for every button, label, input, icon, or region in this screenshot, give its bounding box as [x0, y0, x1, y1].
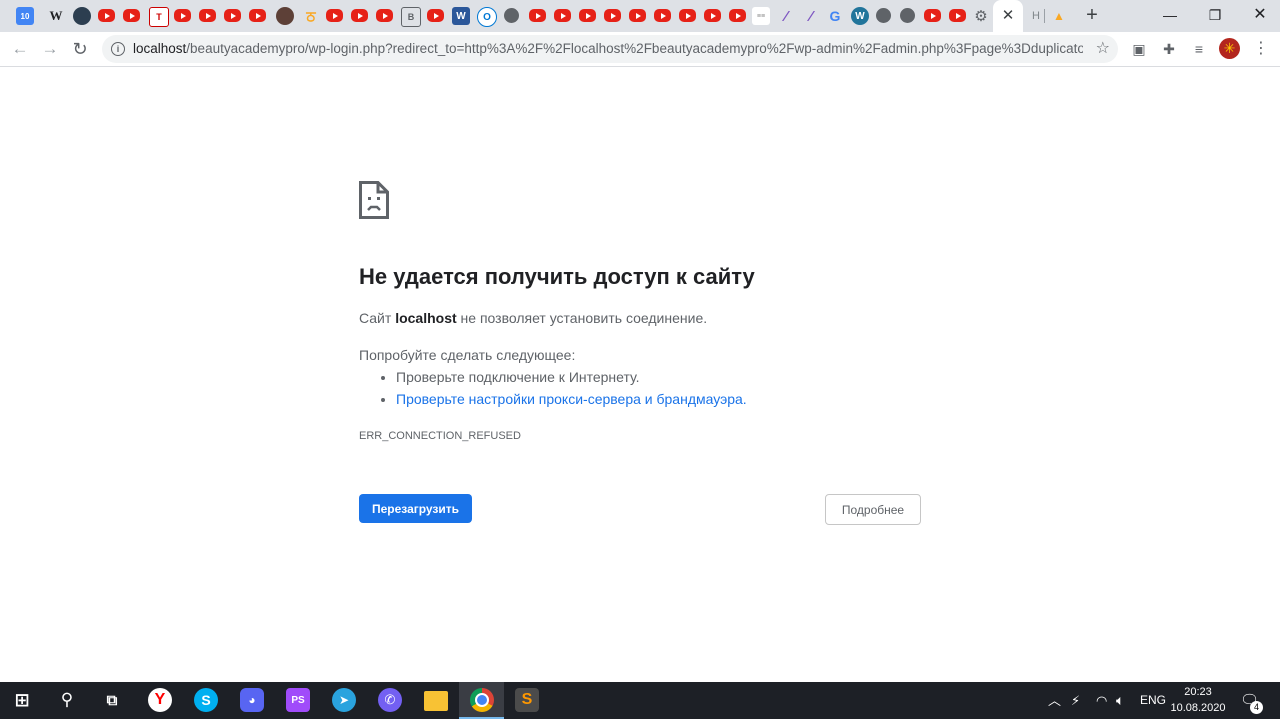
extensions-icon[interactable]: ✚ — [1159, 39, 1179, 59]
youtube-icon[interactable] — [579, 9, 596, 22]
viber-icon[interactable]: ✆ — [378, 688, 402, 712]
gear-icon[interactable]: ⚙ — [972, 7, 990, 25]
suggestion-item: Проверьте настройки прокси-сервера и бра… — [396, 390, 747, 412]
avatar-icon[interactable] — [73, 7, 91, 25]
youtube-icon[interactable] — [629, 9, 646, 22]
network-adapter-icon[interactable]: ⚡ — [1071, 682, 1080, 719]
youtube-icon[interactable] — [529, 9, 546, 22]
tab-strip: 10 W Т ਠ В W O ≡≡ ⁄ ⁄ G W ⚙ ✕ Н ▲ + — ❐ … — [0, 0, 1280, 32]
telegram-icon[interactable]: ➤ — [332, 688, 356, 712]
url-host: localhost — [133, 41, 187, 56]
skype-icon[interactable]: S — [194, 688, 218, 712]
tab-partial-label[interactable]: Н — [1027, 7, 1045, 25]
close-icon[interactable]: ✕ — [1000, 7, 1016, 25]
youtube-icon[interactable] — [224, 9, 241, 22]
triangle-icon[interactable]: ▲ — [1050, 7, 1068, 25]
youtube-icon[interactable] — [351, 9, 368, 22]
youtube-icon[interactable] — [199, 9, 216, 22]
url-text[interactable]: localhost/beautyacademypro/wp-login.php?… — [133, 35, 1083, 63]
youtube-icon[interactable] — [249, 9, 266, 22]
google-icon[interactable]: G — [826, 7, 844, 25]
youtube-icon[interactable] — [949, 9, 966, 22]
wifi-icon[interactable]: ◠ — [1096, 682, 1107, 719]
error-host: localhost — [395, 310, 457, 326]
youtube-icon[interactable] — [376, 9, 393, 22]
youtube-icon[interactable] — [924, 9, 941, 22]
wikipedia-icon[interactable]: W — [47, 7, 65, 25]
toolbar: ← → ↻ i localhost/beautyacademypro/wp-lo… — [0, 32, 1280, 67]
word-icon[interactable]: W — [452, 7, 470, 25]
tab-separator — [1044, 9, 1045, 23]
youtube-icon[interactable] — [174, 9, 191, 22]
error-description: Сайт localhost не позволяет установить с… — [359, 310, 708, 326]
suggestion-item: Проверьте подключение к Интернету. — [396, 368, 747, 390]
details-button[interactable]: Подробнее — [825, 494, 921, 525]
quill-icon[interactable]: ⁄ — [777, 7, 795, 25]
reload-button[interactable]: ↻ — [68, 37, 92, 61]
reload-page-button[interactable]: Перезагрузить — [359, 494, 472, 523]
youtube-icon[interactable] — [654, 9, 671, 22]
forward-button[interactable]: → — [38, 37, 62, 61]
document-icon[interactable]: В — [401, 7, 421, 27]
youtube-icon[interactable] — [729, 9, 746, 22]
youtube-icon[interactable] — [554, 9, 571, 22]
pdf-icon[interactable]: Т — [149, 7, 169, 27]
info-icon[interactable]: i — [111, 42, 125, 56]
star-icon[interactable]: ☆ — [1096, 38, 1110, 60]
picture-in-picture-icon[interactable]: ▣ — [1129, 39, 1149, 59]
clock[interactable]: 20:23 10.08.2020 — [1166, 684, 1230, 716]
youtube-icon[interactable] — [123, 9, 140, 22]
badge-icon[interactable] — [276, 7, 294, 25]
chrome-icon[interactable] — [470, 688, 494, 712]
url-path: /beautyacademypro/wp-login.php?redirect_… — [186, 41, 1083, 56]
window-close-button[interactable]: ✕ — [1245, 4, 1275, 26]
medal-icon[interactable]: ਠ — [302, 7, 320, 25]
address-bar[interactable]: i localhost/beautyacademypro/wp-login.ph… — [102, 35, 1118, 63]
clock-date: 10.08.2020 — [1170, 702, 1226, 714]
sublime-icon[interactable]: S — [515, 688, 539, 712]
profile-avatar[interactable]: ✳ — [1219, 38, 1240, 59]
youtube-icon[interactable] — [679, 9, 696, 22]
proxy-settings-link[interactable]: Проверьте настройки прокси-сервера и бра… — [396, 391, 747, 407]
notification-count-badge: 4 — [1250, 701, 1263, 714]
search-icon[interactable]: ⚲ — [55, 688, 79, 712]
youtube-icon[interactable] — [427, 9, 444, 22]
task-view-icon[interactable]: ⧉ — [100, 688, 124, 712]
back-button[interactable]: ← — [8, 37, 32, 61]
folder-icon[interactable] — [424, 691, 448, 711]
youtube-icon[interactable] — [98, 9, 115, 22]
phpstorm-icon[interactable]: PS — [286, 688, 310, 712]
new-tab-button[interactable]: + — [1082, 5, 1102, 25]
volume-icon[interactable]: 🔈︎ — [1116, 682, 1124, 719]
windows-start-icon[interactable]: ⊞ — [10, 688, 34, 712]
globe-icon[interactable] — [876, 8, 891, 23]
taskbar: ⊞ ⚲ ⧉ Y S ◕ PS ➤ ✆ S ︿ ⚡ ◠ 🔈︎ ENG 20:23 … — [0, 682, 1280, 719]
suggestion-list: Проверьте подключение к Интернету. Прове… — [359, 368, 747, 412]
quill-icon[interactable]: ⁄ — [802, 7, 820, 25]
calendar-icon[interactable]: 10 — [16, 7, 34, 25]
try-label: Попробуйте сделать следующее: — [359, 347, 576, 363]
clock-time: 20:23 — [1184, 686, 1212, 698]
language-indicator[interactable]: ENG — [1140, 682, 1166, 719]
wordpress-icon[interactable]: W — [851, 7, 869, 25]
error-title: Не удается получить доступ к сайту — [359, 264, 755, 289]
youtube-icon[interactable] — [704, 9, 721, 22]
sad-page-icon — [359, 181, 389, 219]
yandex-icon[interactable]: Y — [148, 688, 172, 712]
error-code: ERR_CONNECTION_REFUSED — [359, 430, 521, 442]
youtube-icon[interactable] — [326, 9, 343, 22]
menu-icon[interactable]: ⋮ — [1251, 39, 1271, 59]
minimize-button[interactable]: — — [1155, 4, 1185, 26]
outlook-icon[interactable]: O — [477, 7, 497, 27]
text-icon[interactable]: ≡≡ — [752, 7, 770, 25]
restore-button[interactable]: ❐ — [1200, 4, 1230, 26]
globe-icon[interactable] — [504, 8, 519, 23]
youtube-icon[interactable] — [604, 9, 621, 22]
discord-icon[interactable]: ◕ — [240, 688, 264, 712]
media-control-icon[interactable]: ≡ — [1189, 39, 1209, 59]
chevron-up-icon[interactable]: ︿ — [1048, 682, 1061, 719]
globe-icon[interactable] — [900, 8, 915, 23]
